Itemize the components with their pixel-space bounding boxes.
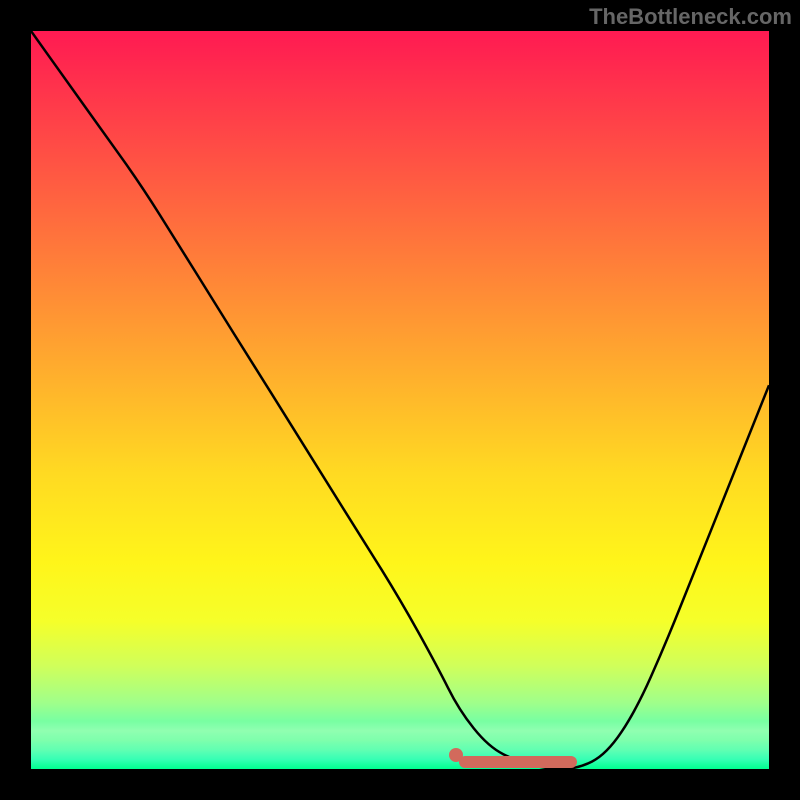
plot-area (31, 31, 769, 769)
optimal-region-marker (459, 756, 577, 768)
optimal-region-dot (449, 748, 463, 762)
watermark-text: TheBottleneck.com (589, 4, 792, 30)
bottleneck-curve (31, 31, 769, 769)
